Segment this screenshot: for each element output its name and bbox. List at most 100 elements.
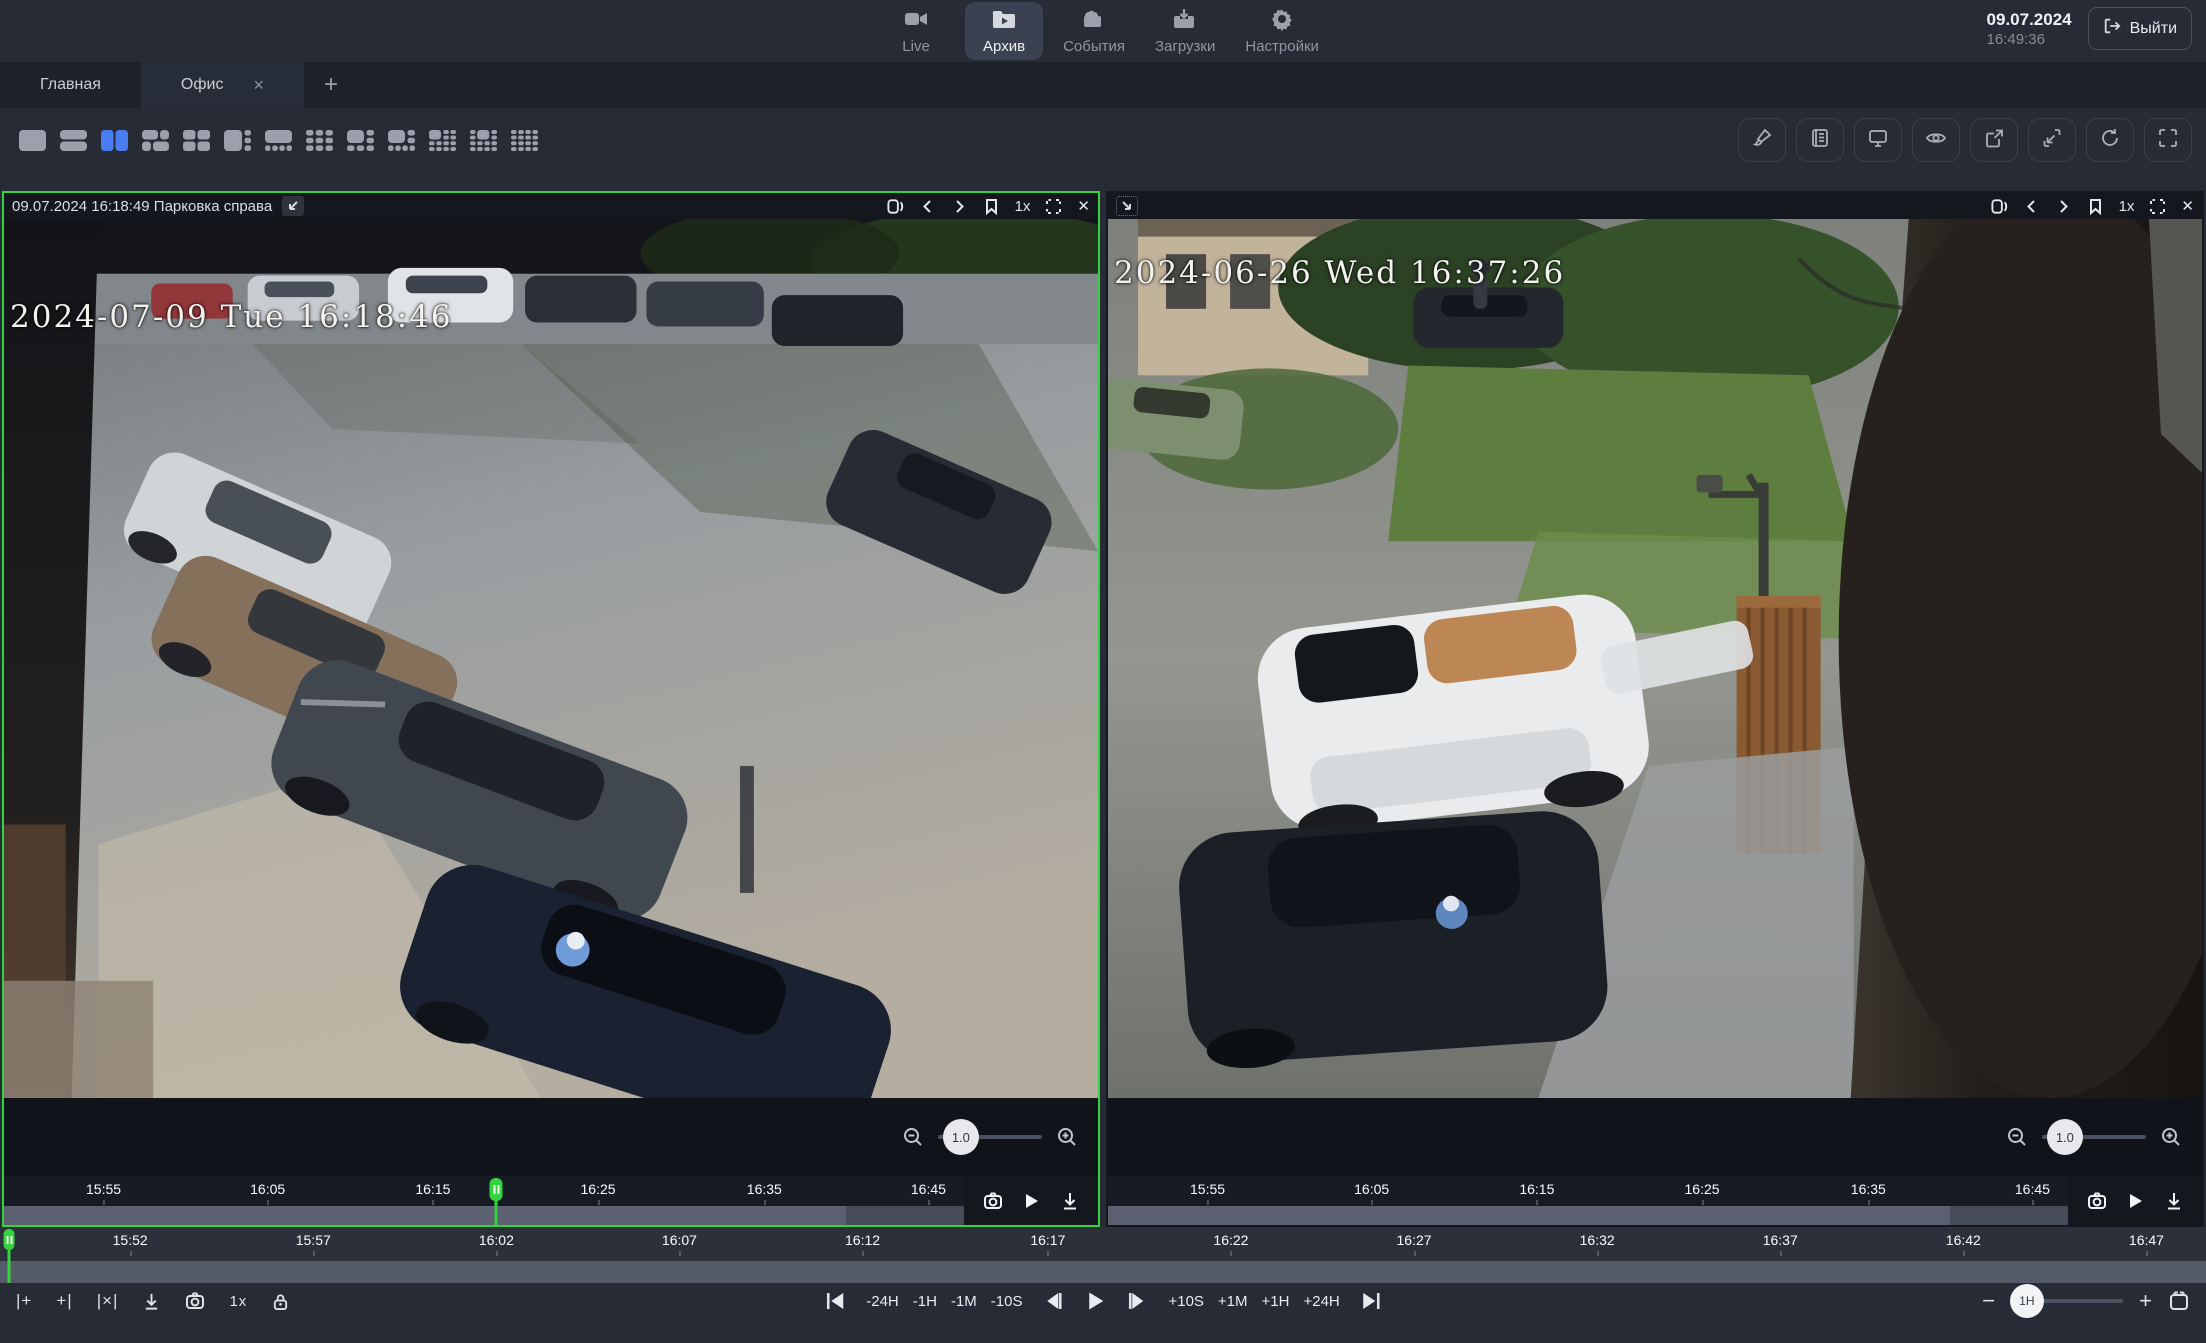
skip-end-icon[interactable]: [1360, 1290, 1382, 1312]
left-camera-video[interactable]: 2024-07-09 Tue 16:18:46: [4, 219, 1098, 1098]
next-icon[interactable]: [2055, 198, 2072, 215]
nav-downloads[interactable]: Загрузки: [1145, 2, 1225, 60]
nav-events[interactable]: События: [1053, 2, 1135, 60]
snapshot-icon[interactable]: [185, 1291, 205, 1311]
global-playhead[interactable]: [4, 1229, 15, 1250]
monitor-button[interactable]: [1854, 118, 1902, 162]
timeline-zoom-handle[interactable]: 1H: [2010, 1284, 2044, 1318]
global-scroll-band[interactable]: [0, 1261, 2206, 1283]
layout-1plus3-icon[interactable]: [219, 124, 255, 156]
left-zoom-row: 1.0: [4, 1098, 1098, 1176]
tab-office[interactable]: Офис ×: [141, 62, 304, 108]
gtl-label: 16:37: [1763, 1232, 1798, 1248]
left-zoom-handle[interactable]: 1.0: [943, 1119, 979, 1155]
panel-close-icon[interactable]: ✕: [1077, 197, 1090, 215]
panel-close-icon[interactable]: ✕: [2181, 197, 2194, 215]
right-zoom-slider[interactable]: 1.0: [2042, 1135, 2146, 1139]
bookmark-icon[interactable]: [2087, 198, 2104, 215]
tab-main[interactable]: Главная: [0, 62, 141, 108]
layout-1plus12-icon[interactable]: [424, 124, 460, 156]
layout-4x4-icon[interactable]: [506, 124, 542, 156]
tab-add-button[interactable]: +: [304, 62, 358, 108]
jump-minus-1m[interactable]: -1M: [951, 1293, 977, 1310]
refresh-button[interactable]: [2086, 118, 2134, 162]
left-playhead[interactable]: [490, 1178, 503, 1201]
tab-close-icon[interactable]: ×: [253, 75, 264, 96]
download-icon[interactable]: [1060, 1191, 1080, 1211]
step-forward-icon[interactable]: [1126, 1290, 1148, 1312]
layout-1plus4-icon[interactable]: [260, 124, 296, 156]
jump-minus-1h[interactable]: -1H: [913, 1293, 937, 1310]
snapshot-icon[interactable]: [983, 1191, 1003, 1211]
layout-2x2-icon[interactable]: [178, 124, 214, 156]
layout-2plus8-icon[interactable]: [465, 124, 501, 156]
prev-icon[interactable]: [919, 198, 936, 215]
collapse-arrow-icon[interactable]: [282, 196, 304, 216]
jump-plus-10s[interactable]: +10S: [1168, 1293, 1203, 1310]
zoom-out-icon[interactable]: [902, 1126, 924, 1148]
right-speed-label[interactable]: 1x: [2119, 198, 2135, 215]
jump-minus-24h[interactable]: -24H: [866, 1293, 899, 1310]
nav-settings[interactable]: Настройки: [1235, 2, 1329, 60]
zoom-in-icon[interactable]: [2160, 1126, 2182, 1148]
panel-fullscreen-icon[interactable]: [1045, 198, 1062, 215]
marker-out-button[interactable]: +|: [56, 1291, 72, 1311]
step-back-icon[interactable]: [1042, 1290, 1064, 1312]
play-icon[interactable]: [1021, 1191, 1041, 1211]
report-button[interactable]: [1796, 118, 1844, 162]
left-timeline[interactable]: 15:55 16:05 16:15 16:25 16:35 16:45: [4, 1176, 1098, 1206]
jump-plus-1h[interactable]: +1H: [1262, 1293, 1290, 1310]
zoom-out-icon[interactable]: [2006, 1126, 2028, 1148]
snapshot-icon[interactable]: [2087, 1191, 2107, 1211]
bookmark-icon[interactable]: [983, 198, 1000, 215]
calendar-icon[interactable]: [2168, 1290, 2190, 1312]
frame-icon[interactable]: [1991, 198, 2008, 215]
shrink-window-button[interactable]: [2028, 118, 2076, 162]
play-icon[interactable]: [2125, 1191, 2145, 1211]
eye-button[interactable]: [1912, 118, 1960, 162]
left-recording-band[interactable]: [4, 1206, 1098, 1225]
jump-plus-1m[interactable]: +1M: [1218, 1293, 1248, 1310]
lock-icon[interactable]: [271, 1292, 290, 1311]
nav-archive[interactable]: Архив: [965, 2, 1043, 60]
global-timeline[interactable]: 15:52 15:57 16:02 16:07 16:12 16:17 16:2…: [0, 1227, 2206, 1261]
logout-button[interactable]: Выйти: [2088, 7, 2192, 50]
download-icon[interactable]: [142, 1292, 161, 1311]
nav-live[interactable]: Live: [877, 2, 955, 60]
fullscreen-icon: [2157, 127, 2179, 154]
right-recording-band[interactable]: [1108, 1206, 2202, 1225]
layout-2-rows-icon[interactable]: [55, 124, 91, 156]
layout-1plus5-icon[interactable]: [342, 124, 378, 156]
right-timeline[interactable]: 15:55 16:05 16:15 16:25 16:35 16:45: [1108, 1176, 2202, 1206]
layout-2-cols-icon[interactable]: [96, 124, 132, 156]
marker-clear-button[interactable]: |×|: [97, 1291, 119, 1311]
brush-button[interactable]: [1738, 118, 1786, 162]
jump-plus-24h[interactable]: +24H: [1303, 1293, 1339, 1310]
jump-minus-10s[interactable]: -10S: [991, 1293, 1023, 1310]
zoom-in-icon[interactable]: [1056, 1126, 1078, 1148]
panel-fullscreen-icon[interactable]: [2149, 198, 2166, 215]
layout-3x3-icon[interactable]: [301, 124, 337, 156]
left-zoom-slider[interactable]: 1.0: [938, 1135, 1042, 1139]
layout-1plus7-icon[interactable]: [383, 124, 419, 156]
timeline-zoom-in[interactable]: +: [2139, 1290, 2152, 1312]
layout-1-icon[interactable]: [14, 124, 50, 156]
global-speed-label[interactable]: 1x: [229, 1293, 247, 1310]
fullscreen-button[interactable]: [2144, 118, 2192, 162]
right-zoom-handle[interactable]: 1.0: [2047, 1119, 2083, 1155]
layout-2x2-wide-icon[interactable]: [137, 124, 173, 156]
download-icon[interactable]: [2164, 1191, 2184, 1211]
expand-arrow-icon[interactable]: [1116, 196, 1138, 216]
right-camera-video[interactable]: 2024-06-26 Wed 16:37:26: [1108, 219, 2202, 1098]
next-icon[interactable]: [951, 198, 968, 215]
prev-icon[interactable]: [2023, 198, 2040, 215]
skip-start-icon[interactable]: [824, 1290, 846, 1312]
left-speed-label[interactable]: 1x: [1015, 198, 1031, 215]
frame-icon[interactable]: [887, 198, 904, 215]
marker-in-button[interactable]: |+: [16, 1291, 32, 1311]
timeline-zoom-out[interactable]: −: [1982, 1290, 1995, 1312]
play-button-icon[interactable]: [1084, 1290, 1106, 1312]
left-timeline-actions: [964, 1176, 1098, 1225]
timeline-zoom-slider[interactable]: 1H: [2011, 1299, 2123, 1303]
export-button[interactable]: [1970, 118, 2018, 162]
